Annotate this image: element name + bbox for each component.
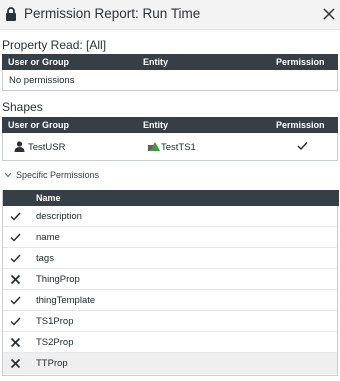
table-row[interactable]: TTProp bbox=[3, 353, 337, 374]
title-bar: Permission Report: Run Time bbox=[0, 0, 340, 30]
shapes-label: Shapes bbox=[2, 100, 43, 114]
column-permission[interactable]: Permission bbox=[276, 57, 325, 67]
permission-name: TS1Prop bbox=[36, 316, 74, 327]
close-icon[interactable] bbox=[323, 8, 335, 20]
check-icon bbox=[10, 317, 21, 326]
property-read-table-body: No permissions bbox=[2, 70, 338, 91]
check-icon bbox=[297, 142, 308, 151]
shapes-table-body: TestUSR TestTS1 bbox=[2, 133, 338, 161]
shapes-table-header: User or Group Entity Permission bbox=[2, 117, 338, 133]
table-row[interactable]: thingTemplate bbox=[3, 290, 337, 311]
table-row[interactable]: TS1Prop bbox=[3, 311, 337, 332]
permission-name: TS2Prop bbox=[36, 337, 74, 348]
column-user-or-group[interactable]: User or Group bbox=[8, 57, 69, 67]
column-entity[interactable]: Entity bbox=[143, 57, 168, 67]
column-permission[interactable]: Permission bbox=[276, 120, 325, 130]
specific-permissions-table: Name description name tags ThingProp thingTe… bbox=[2, 190, 339, 376]
table-row[interactable]: tags bbox=[3, 248, 337, 269]
user-name[interactable]: TestUSR bbox=[28, 142, 65, 153]
property-read-table-header: User or Group Entity Permission bbox=[2, 54, 338, 70]
chevron-down-icon bbox=[4, 172, 12, 178]
specific-permissions-header: Name bbox=[3, 190, 339, 206]
table-row[interactable]: description bbox=[3, 206, 337, 227]
lock-icon bbox=[6, 7, 16, 21]
permission-name: description bbox=[36, 211, 82, 222]
check-icon bbox=[10, 212, 21, 221]
table-row[interactable]: TS2Prop bbox=[3, 332, 337, 353]
column-user-or-group[interactable]: User or Group bbox=[8, 120, 69, 130]
column-name[interactable]: Name bbox=[36, 193, 61, 203]
specific-permissions-label: Specific Permissions bbox=[16, 170, 100, 180]
user-icon bbox=[14, 141, 25, 152]
permission-name: TTProp bbox=[36, 358, 68, 369]
table-row[interactable]: ThingProp bbox=[3, 269, 337, 290]
column-entity[interactable]: Entity bbox=[143, 120, 168, 130]
check-icon bbox=[10, 296, 21, 305]
permission-name: name bbox=[36, 232, 60, 243]
entity-name[interactable]: TestTS1 bbox=[161, 142, 196, 153]
window-title: Permission Report: Run Time bbox=[24, 6, 201, 21]
check-icon bbox=[10, 233, 21, 242]
permission-name: thingTemplate bbox=[36, 295, 96, 306]
permission-name: ThingProp bbox=[36, 274, 80, 285]
table-row[interactable]: TestUSR TestTS1 bbox=[3, 133, 337, 160]
x-icon bbox=[10, 337, 21, 348]
check-icon bbox=[10, 254, 21, 263]
x-icon bbox=[10, 274, 21, 285]
thing-shape-icon bbox=[148, 142, 160, 151]
empty-message: No permissions bbox=[9, 75, 75, 86]
property-read-label: Property Read: [All] bbox=[2, 38, 107, 52]
x-icon bbox=[10, 358, 21, 369]
permission-name: tags bbox=[36, 253, 54, 264]
table-row[interactable]: name bbox=[3, 227, 337, 248]
